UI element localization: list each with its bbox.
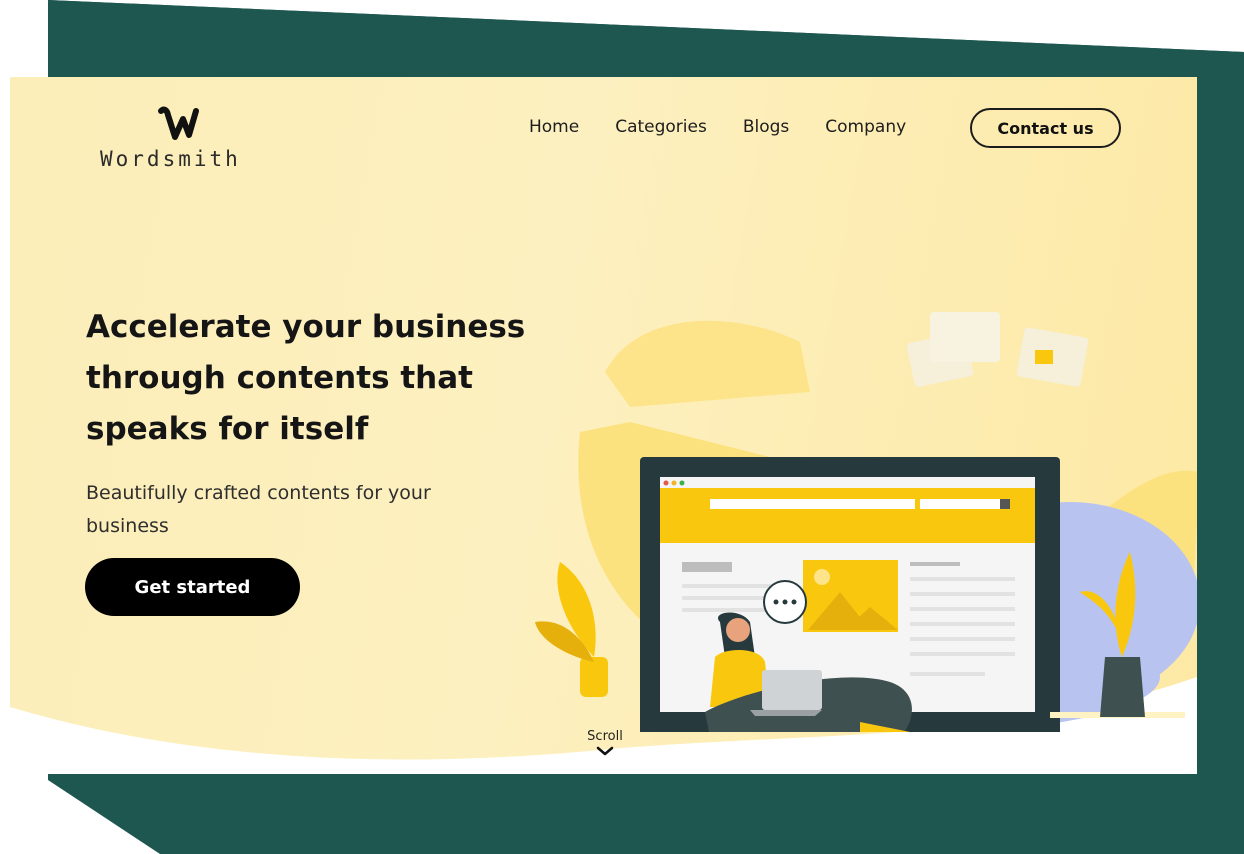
main-nav: Home Categories Blogs Company <box>529 117 906 137</box>
scroll-label: Scroll <box>587 729 623 744</box>
contact-us-button[interactable]: Contact us <box>970 108 1121 148</box>
hero-subtitle: Beautifully crafted contents for your bu… <box>86 482 431 537</box>
nav-home[interactable]: Home <box>529 117 579 137</box>
hero-illustration <box>535 312 1197 732</box>
landing-page: Wordsmith Home Categories Blogs Company … <box>10 77 1197 774</box>
chevron-down-icon <box>596 746 614 756</box>
hero-title: Accelerate your business through content… <box>86 309 526 447</box>
get-started-button[interactable]: Get started <box>85 558 300 616</box>
nav-company[interactable]: Company <box>825 117 906 137</box>
nav-categories[interactable]: Categories <box>615 117 707 137</box>
scroll-indicator[interactable]: Scroll <box>577 729 633 762</box>
w-logo-icon <box>158 106 199 140</box>
nav-blogs[interactable]: Blogs <box>743 117 789 137</box>
brand-logo[interactable]: Wordsmith <box>100 105 270 175</box>
brand-name: Wordsmith <box>100 147 241 171</box>
